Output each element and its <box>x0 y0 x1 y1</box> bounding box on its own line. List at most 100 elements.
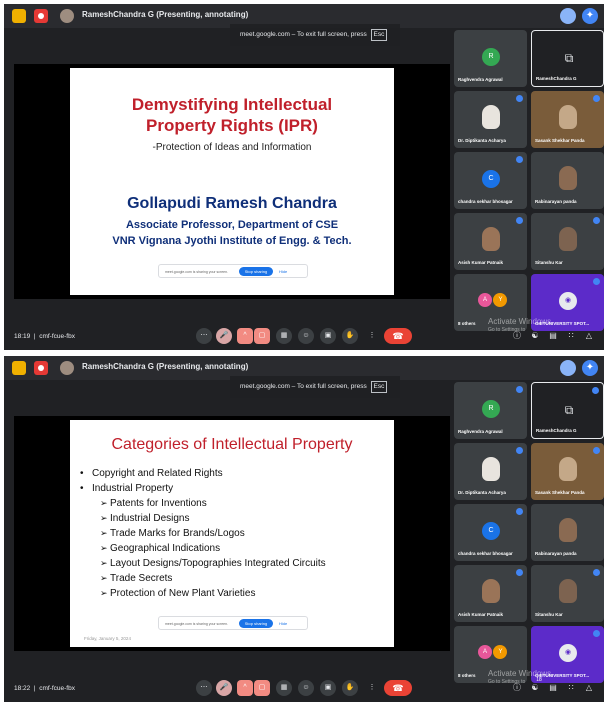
raise-hand-button[interactable]: ✋ <box>342 328 358 344</box>
participant-tile[interactable]: Dr. Diptikanta Acharya <box>454 443 527 500</box>
avatar <box>559 105 577 129</box>
captions-button[interactable]: ▦ <box>276 328 292 344</box>
annotate-pen-icon[interactable] <box>560 360 576 376</box>
participant-tile[interactable]: Asish Kumar Patnaik <box>454 213 527 270</box>
hide-link[interactable]: Hide <box>279 269 287 274</box>
participant-tile[interactable]: Dr. Diptikanta Acharya <box>454 91 527 148</box>
participant-tile[interactable]: R Raghvendra Agrawal <box>454 30 527 87</box>
avatar <box>482 105 500 129</box>
participant-tile[interactable]: Sitanshu Kar <box>531 213 604 270</box>
clock: 18:22 <box>14 685 31 692</box>
avatar: A <box>478 293 492 307</box>
screen-share-bar: meet.google.com is sharing your screen. … <box>158 264 308 278</box>
esc-key: Esc <box>370 29 388 41</box>
leave-call-button[interactable]: ☎ <box>384 680 412 696</box>
record-icon[interactable] <box>34 9 48 23</box>
presenter-institute: VNR Vignana Jyothi Institute of Engg. & … <box>112 235 352 247</box>
raise-hand-button[interactable]: ✋ <box>342 680 358 696</box>
participant-tile[interactable]: Rabinarayan panda <box>531 504 604 561</box>
avatar <box>559 166 577 190</box>
participant-tile[interactable]: Sasank Shekhar Panda <box>531 91 604 148</box>
participant-name: Sitanshu Kar <box>535 612 563 617</box>
list-item: Trade Marks for Brands/Logos <box>80 526 326 541</box>
microphone-button[interactable]: 🎤 <box>216 328 232 344</box>
list-item: Trade Secrets <box>80 571 326 586</box>
speaking-icon <box>516 156 523 163</box>
chat-icon[interactable]: ▤ <box>546 328 560 344</box>
present-button[interactable]: ▣ <box>320 328 336 344</box>
host-controls-icon[interactable]: △ <box>582 328 596 344</box>
gemini-icon[interactable]: ✦ <box>582 360 598 376</box>
hide-link[interactable]: Hide <box>279 621 287 626</box>
presentation-stage: Demystifying Intellectual Property Right… <box>14 64 450 299</box>
more-options-button[interactable]: ⋮ <box>364 680 380 696</box>
slide: Categories of Intellectual Property Copy… <box>70 420 394 647</box>
slide-title-line-2: Property Rights (IPR) <box>146 116 318 135</box>
record-icon[interactable] <box>34 361 48 375</box>
camera-off-button[interactable]: ▢ <box>254 680 270 696</box>
participant-name: chandra sekhar bhosagar <box>458 199 513 204</box>
speaking-icon <box>593 278 600 285</box>
participant-name: RameshChandra G <box>536 428 577 433</box>
emoji-button[interactable]: ☺ <box>298 680 314 696</box>
meeting-code: cmf-fcue-fbx <box>39 685 75 692</box>
microphone-button[interactable]: 🎤 <box>216 680 232 696</box>
more-options-button[interactable]: ⋮ <box>364 328 380 344</box>
presenter-avatar <box>60 9 74 23</box>
host-controls-icon[interactable]: △ <box>582 680 596 696</box>
presenter-label: RameshChandra G (Presenting, annotating) <box>82 10 249 19</box>
participant-name: chandra sekhar bhosagar <box>458 551 513 556</box>
speaking-icon <box>516 569 523 576</box>
participant-name: Sasank Shekhar Panda <box>535 490 585 495</box>
participant-tile[interactable]: Rabinarayan panda <box>531 152 604 209</box>
presenting-icon: ⧉ <box>564 403 574 417</box>
control-bar: 18:22 | cmf-fcue-fbx ⋯ 🎤 ^ ▢ ▦ ☺ ▣ ✋ ⋮ ☎… <box>4 677 604 702</box>
list-item: Protection of New Plant Varieties <box>80 586 326 601</box>
camera-off-button[interactable]: ▢ <box>254 328 270 344</box>
people-icon[interactable]: ☯ <box>528 328 542 344</box>
avatar <box>559 457 577 481</box>
leave-call-button[interactable]: ☎ <box>384 328 412 344</box>
chat-icon[interactable]: ▤ <box>546 680 560 696</box>
avatar: C <box>482 170 500 188</box>
speaking-icon <box>593 569 600 576</box>
camera-options-icon[interactable]: ^ <box>237 328 253 344</box>
participant-tile[interactable]: Sasank Shekhar Panda <box>531 443 604 500</box>
participant-tile[interactable]: R Raghvendra Agrawal <box>454 382 527 439</box>
list-item: Copyright and Related Rights <box>80 466 326 481</box>
avatar: R <box>482 48 500 66</box>
annotate-pen-icon[interactable] <box>560 8 576 24</box>
speaking-icon <box>593 447 600 454</box>
participant-tile[interactable]: Asish Kumar Patnaik <box>454 565 527 622</box>
participant-tile[interactable]: ⧉ RameshChandra G <box>531 382 604 439</box>
camera-options-icon[interactable]: ^ <box>237 680 253 696</box>
participant-tile[interactable]: Sitanshu Kar <box>531 565 604 622</box>
presentation-stage: Categories of Intellectual Property Copy… <box>14 416 450 651</box>
activities-icon[interactable]: ∷ <box>564 328 578 344</box>
gemini-icon[interactable]: ✦ <box>582 8 598 24</box>
presenter-avatar <box>60 361 74 375</box>
emoji-button[interactable]: ☺ <box>298 328 314 344</box>
participant-tile[interactable]: C chandra sekhar bhosagar <box>454 504 527 561</box>
participant-name: Sasank Shekhar Panda <box>535 138 585 143</box>
info-icon[interactable]: ⓘ <box>510 680 524 696</box>
speaking-icon <box>516 508 523 515</box>
activities-icon[interactable]: ∷ <box>564 680 578 696</box>
present-button[interactable]: ▣ <box>320 680 336 696</box>
stop-sharing-button[interactable]: Stop sharing <box>239 619 273 628</box>
slide: Demystifying Intellectual Property Right… <box>70 68 394 295</box>
speaking-icon <box>592 387 599 394</box>
screenshot-2: RameshChandra G (Presenting, annotating)… <box>4 356 604 702</box>
more-audio-icon[interactable]: ⋯ <box>196 680 212 696</box>
participant-name: Rabinarayan panda <box>535 199 577 204</box>
info-icon[interactable]: ⓘ <box>510 328 524 344</box>
meeting-info: 18:22 | cmf-fcue-fbx <box>14 685 75 692</box>
participant-tile[interactable]: ⧉ RameshChandra G <box>531 30 604 87</box>
avatar: Y <box>493 293 508 307</box>
avatar: A <box>478 645 492 659</box>
participant-tile[interactable]: C chandra sekhar bhosagar <box>454 152 527 209</box>
more-audio-icon[interactable]: ⋯ <box>196 328 212 344</box>
fullscreen-toast: meet.google.com – To exit full screen, p… <box>230 24 400 46</box>
stop-sharing-button[interactable]: Stop sharing <box>239 267 273 276</box>
captions-button[interactable]: ▦ <box>276 680 292 696</box>
